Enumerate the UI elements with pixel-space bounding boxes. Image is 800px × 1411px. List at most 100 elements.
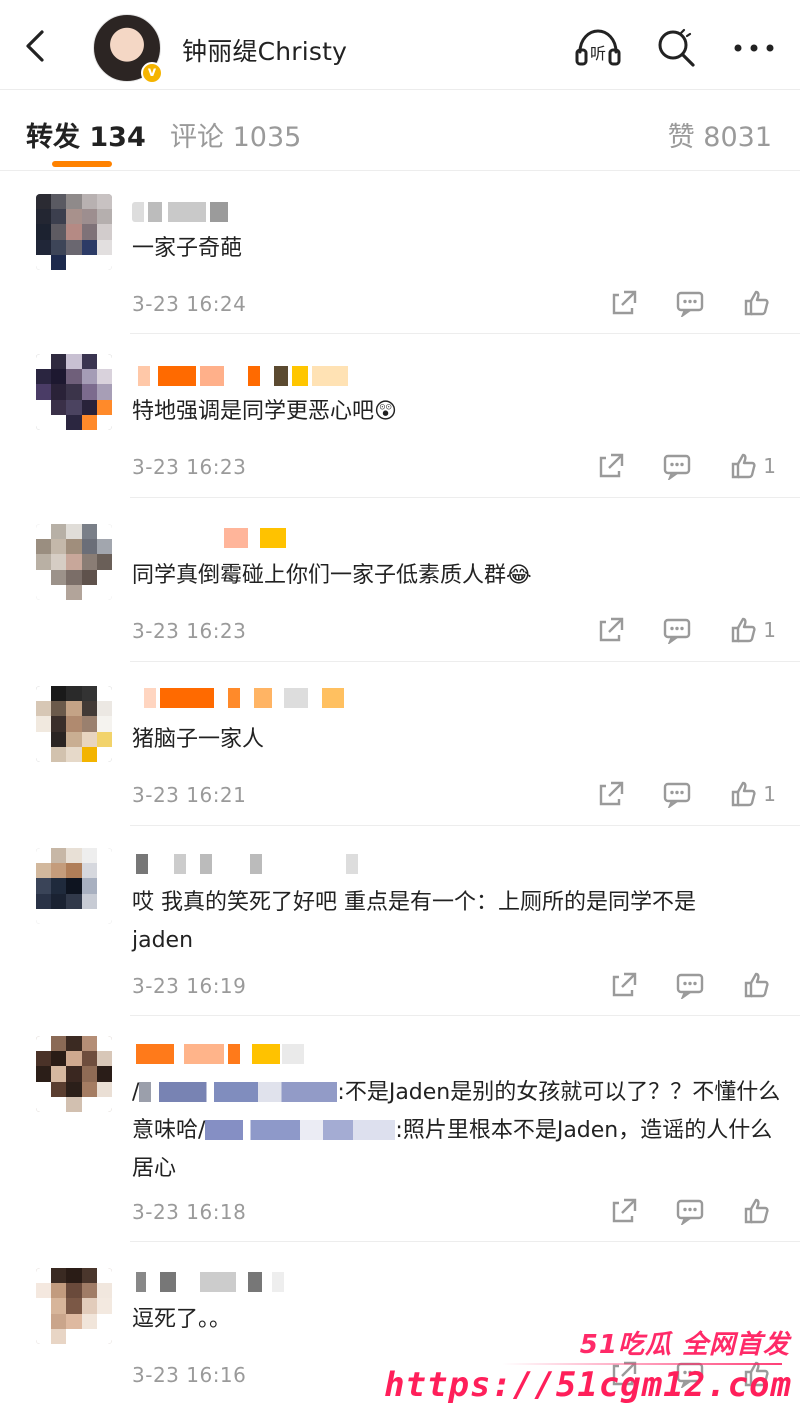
avatar[interactable] [36,1036,112,1112]
comment-time: 3-23 16:21 [132,783,247,807]
comment-text-part-1: / [132,1080,140,1105]
mention-redacted[interactable] [205,1120,396,1140]
comment-button[interactable] [676,1360,704,1388]
comment-icon [676,973,704,999]
thumbs-up-icon [732,453,756,479]
list-item[interactable]: /:不是Jaden是别的女孩就可以了？？不懂什么意味哈/:照片里根本不是Jade… [0,1016,800,1242]
comment-button[interactable] [676,289,704,317]
tab-comment[interactable]: 评论 1035 [170,115,301,154]
user-name-redacted[interactable] [132,854,372,874]
list-item[interactable]: 逗死了。。 3-23 16:16 [0,1242,800,1411]
avatar[interactable] [36,848,112,924]
comment-button[interactable] [663,616,691,644]
back-icon [26,30,44,62]
thumbs-up-icon [744,1198,769,1224]
comment-time: 3-23 16:19 [132,974,247,998]
like-button[interactable] [742,1197,776,1225]
comment-icon [676,1362,704,1388]
share-button[interactable] [610,1197,638,1225]
share-icon [600,453,624,478]
avatar[interactable] [36,354,112,430]
like-button[interactable] [742,1360,776,1388]
comment-actions [610,970,776,1000]
comment-text: 同学真倒霉碰上你们一家子低素质人群😂 [132,563,532,588]
search-icon [658,28,695,67]
listen-label: 听 [590,44,606,63]
list-item[interactable]: 特地强调是同学更恶心吧😲 3-23 16:23 1 [0,334,800,498]
comment-text: 哎 我真的笑死了好吧 重点是有一个：上厕所的是同学不是jaden [132,890,696,953]
tab-bar: 转发 134 评论 1035 赞 8031 [0,91,800,171]
comment-actions [610,288,776,318]
like-count: 1 [763,618,776,642]
share-button[interactable] [597,616,625,644]
comment-button[interactable] [676,1197,704,1225]
share-button[interactable] [610,1360,638,1388]
avatar[interactable] [36,524,112,600]
comment-text: 猪脑子一家人 [132,727,265,752]
comment-time: 3-23 16:23 [132,455,247,479]
comment-actions [610,1359,776,1389]
comment-text: 特地强调是同学更恶心吧😲 [132,399,397,424]
list-item[interactable]: 猪脑子一家人 3-23 16:21 1 [0,662,800,826]
like-button[interactable] [742,971,776,999]
avatar[interactable] [36,1268,112,1344]
share-button[interactable] [610,289,638,317]
comment-time: 3-23 16:23 [132,619,247,643]
user-name-redacted[interactable] [132,202,242,222]
thumbs-up-icon [732,781,756,807]
user-name-redacted[interactable] [132,1272,292,1292]
comment-text: 逗死了。。 [132,1307,232,1332]
comment-time: 3-23 16:16 [132,1363,247,1387]
listen-button[interactable]: 听 [572,24,624,72]
verified-badge: v [141,62,163,84]
top-bar: v 钟丽缇Christy 听 [0,0,800,90]
user-name-redacted[interactable] [132,528,292,548]
user-name-redacted[interactable] [132,1044,322,1064]
more-button[interactable] [728,24,780,72]
comment-actions [610,1196,776,1226]
share-button[interactable] [597,780,625,808]
comment-icon [676,1199,704,1225]
more-icon [734,44,774,52]
tab-repost[interactable]: 转发 134 [26,115,146,154]
comment-icon [664,618,691,644]
comment-icon [676,291,704,317]
share-icon [600,781,624,806]
share-icon [612,1198,637,1223]
comment-button[interactable] [663,780,691,808]
share-icon [612,972,637,997]
avatar[interactable] [36,194,112,270]
share-button[interactable] [597,452,625,480]
thumbs-up-icon [732,617,756,643]
listen-icon: 听 [575,29,621,66]
comment-time: 3-23 16:18 [132,1200,247,1224]
comment-actions: 1 [597,451,776,481]
comment-actions: 1 [597,615,776,645]
like-button[interactable] [742,289,776,317]
share-icon [612,1361,637,1386]
account-name[interactable]: 钟丽缇Christy [182,32,347,68]
mention-redacted[interactable] [139,1082,338,1102]
profile-avatar[interactable]: v [93,14,163,84]
tab-like[interactable]: 赞 8031 [668,115,772,154]
list-item[interactable]: 哎 我真的笑死了好吧 重点是有一个：上厕所的是同学不是jaden 3-23 16… [0,826,800,1016]
share-icon [612,290,637,315]
search-button[interactable] [650,24,702,72]
like-count: 1 [763,454,776,478]
like-button[interactable]: 1 [729,780,776,808]
like-button[interactable]: 1 [729,616,776,644]
comment-text: 一家子奇葩 [132,236,243,261]
header-actions: 听 [572,24,780,72]
user-name-redacted[interactable] [132,688,362,708]
back-button[interactable] [18,26,52,66]
list-item[interactable]: 一家子奇葩 3-23 16:24 [0,172,800,334]
thumbs-up-icon [744,972,769,998]
list-item[interactable]: 同学真倒霉碰上你们一家子低素质人群😂 3-23 16:23 1 [0,498,800,662]
share-button[interactable] [610,971,638,999]
comment-button[interactable] [663,452,691,480]
comment-button[interactable] [676,971,704,999]
user-name-redacted[interactable] [132,366,362,386]
like-button[interactable]: 1 [729,452,776,480]
active-tab-indicator [52,161,112,167]
avatar[interactable] [36,686,112,762]
